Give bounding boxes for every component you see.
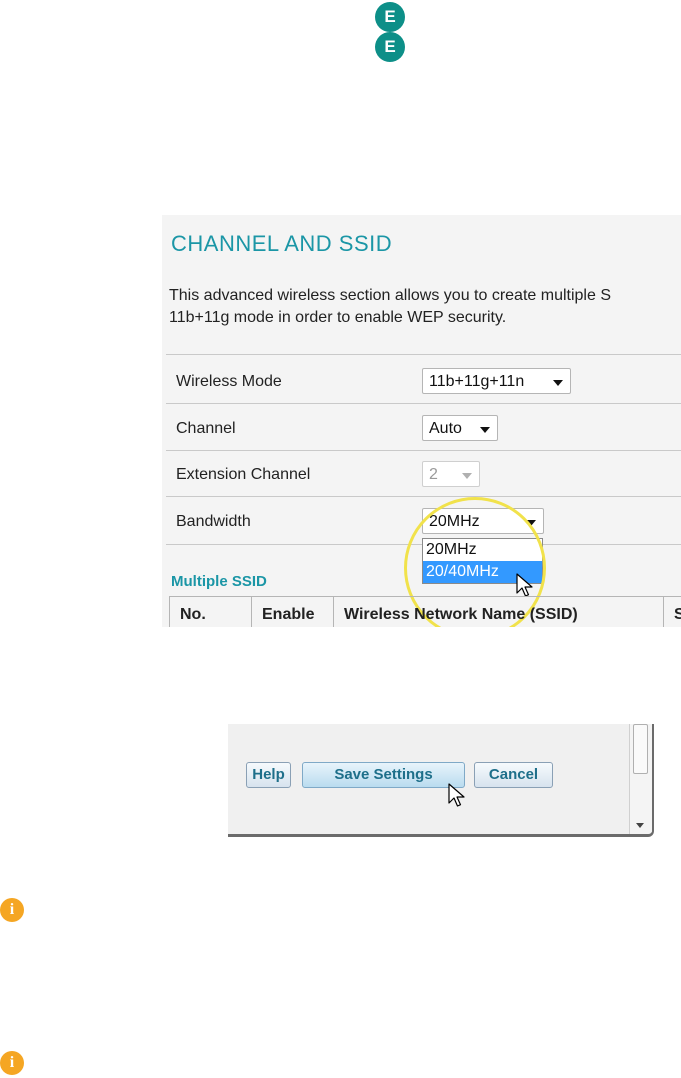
chevron-down-icon — [553, 380, 563, 386]
section-description: This advanced wireless section allows yo… — [169, 285, 611, 329]
save-settings-button[interactable]: Save Settings — [302, 762, 465, 788]
bandwidth-label: Bandwidth — [176, 513, 251, 530]
extension-channel-label: Extension Channel — [176, 466, 311, 483]
table-header-cut: S — [674, 606, 681, 623]
table-header-no: No. — [170, 597, 252, 627]
channel-label: Channel — [176, 420, 236, 437]
arrow-cursor-icon — [448, 783, 465, 807]
info-icon: i — [0, 898, 24, 922]
wireless-mode-label: Wireless Mode — [176, 373, 282, 390]
table-header-ssid: Wireless Network Name (SSID) — [334, 597, 664, 627]
channel-value: Auto — [429, 420, 462, 437]
description-line-1: This advanced wireless section allows yo… — [169, 287, 611, 304]
divider — [166, 403, 681, 404]
extension-channel-value: 2 — [429, 466, 438, 483]
channel-select[interactable]: Auto — [422, 415, 498, 441]
wireless-mode-value: 11b+11g+11n — [429, 373, 525, 390]
vertical-scrollbar[interactable] — [629, 724, 652, 834]
wireless-mode-select[interactable]: 11b+11g+11n — [422, 368, 571, 394]
chevron-down-icon — [462, 473, 472, 479]
scroll-down-arrow-icon[interactable] — [636, 823, 644, 828]
channel-ssid-screenshot: CHANNEL AND SSID This advanced wireless … — [162, 215, 681, 627]
multiple-ssid-heading: Multiple SSID — [171, 573, 267, 590]
help-button[interactable]: Help — [246, 762, 291, 788]
ssid-table: No. Enable Wireless Network Name (SSID) … — [169, 596, 681, 627]
divider — [166, 354, 681, 355]
logo-letter-top: E — [375, 2, 405, 32]
table-header-enable: Enable — [252, 597, 334, 627]
divider — [166, 496, 681, 497]
cancel-button[interactable]: Cancel — [474, 762, 553, 788]
extension-channel-select: 2 — [422, 461, 480, 487]
logo-letter-bottom: E — [375, 32, 405, 62]
ee-logo: E E — [375, 2, 405, 64]
description-line-2: 11b+11g mode in order to enable WEP secu… — [169, 309, 507, 326]
page-title: CHANNEL AND SSID — [171, 231, 393, 256]
action-buttons-screenshot: Help Save Settings Cancel — [228, 724, 654, 837]
chevron-down-icon — [480, 427, 490, 433]
info-icon: i — [0, 1051, 24, 1075]
divider — [166, 450, 681, 451]
scrollbar-thumb[interactable] — [633, 724, 648, 774]
